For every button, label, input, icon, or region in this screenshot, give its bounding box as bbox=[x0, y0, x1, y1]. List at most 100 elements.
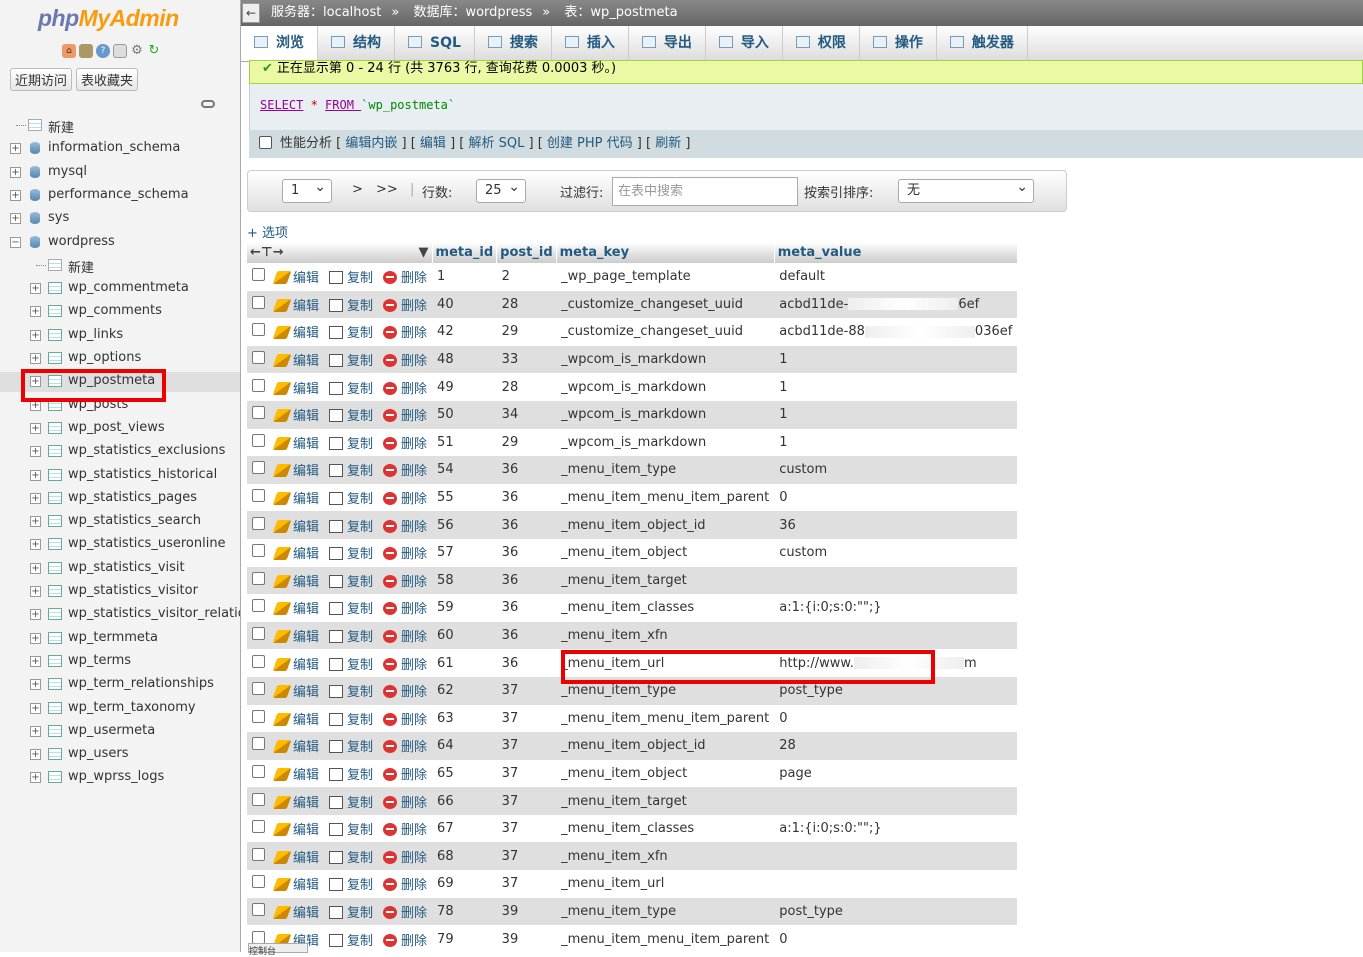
cell-post-id[interactable]: 36 bbox=[496, 483, 557, 512]
cell-meta-value[interactable] bbox=[774, 842, 1018, 871]
edit-button[interactable]: 编辑 bbox=[270, 897, 325, 926]
cell-post-id[interactable]: 29 bbox=[496, 318, 557, 346]
row-checkbox[interactable] bbox=[252, 516, 265, 530]
edit-button[interactable]: 编辑 bbox=[270, 814, 325, 843]
tree-label[interactable]: wp_statistics_useronline bbox=[68, 536, 226, 551]
table-row[interactable]: 编辑 复制 删除 59 36 _menu_item_classes a:1:{i:0;s:0… bbox=[247, 594, 1018, 622]
cell-meta-id[interactable]: 56 bbox=[432, 511, 497, 539]
cell-meta-id[interactable]: 61 bbox=[432, 649, 497, 677]
cell-meta-id[interactable]: 59 bbox=[432, 594, 497, 622]
cell-meta-id[interactable]: 79 bbox=[432, 925, 497, 952]
row-checkbox[interactable] bbox=[252, 654, 265, 668]
cell-post-id[interactable]: 37 bbox=[496, 676, 557, 705]
expand-icon[interactable]: + bbox=[30, 726, 41, 737]
edit-button[interactable]: 编辑 bbox=[270, 787, 325, 815]
expand-icon[interactable]: + bbox=[30, 493, 41, 504]
table-row[interactable]: 编辑 复制 删除 54 36 _menu_item_type custom bbox=[247, 456, 1018, 484]
copy-button[interactable]: 复制 bbox=[324, 759, 379, 788]
delete-button[interactable]: 删除 bbox=[378, 594, 433, 622]
row-checkbox[interactable] bbox=[252, 461, 265, 475]
cell-post-id[interactable]: 39 bbox=[496, 925, 557, 952]
collapse-arrow-icon[interactable]: ← bbox=[242, 3, 260, 23]
expand-icon[interactable]: + bbox=[30, 423, 41, 434]
tree-label[interactable]: wp_statistics_visitor bbox=[68, 583, 198, 598]
table-row[interactable]: 编辑 复制 删除 56 36 _menu_item_object_id 36 bbox=[247, 511, 1018, 539]
tree-label[interactable]: wp_links bbox=[68, 327, 123, 342]
copy-button[interactable]: 复制 bbox=[324, 787, 379, 815]
row-checkbox[interactable] bbox=[252, 682, 265, 696]
tree-label[interactable]: 新建 bbox=[48, 117, 74, 136]
delete-button[interactable]: 删除 bbox=[378, 787, 433, 815]
tab-sql[interactable]: SQL bbox=[395, 26, 475, 61]
tree-label[interactable]: wp_termmeta bbox=[68, 630, 158, 645]
cell-meta-id[interactable]: 50 bbox=[432, 400, 497, 429]
edit-button[interactable]: 编辑 bbox=[270, 538, 325, 567]
cell-meta-key[interactable]: _wpcom_is_markdown bbox=[556, 373, 775, 401]
copy-button[interactable]: 复制 bbox=[324, 649, 379, 677]
logout-icon[interactable] bbox=[79, 44, 93, 58]
delete-button[interactable]: 删除 bbox=[378, 897, 433, 926]
delete-button[interactable]: 删除 bbox=[378, 676, 433, 705]
tree-label[interactable]: wp_comments bbox=[68, 303, 162, 318]
edit-button[interactable]: 编辑 bbox=[270, 511, 325, 539]
edit-link[interactable]: 编辑 bbox=[420, 136, 446, 151]
table-row[interactable]: 编辑 复制 删除 66 37 _menu_item_target bbox=[247, 787, 1018, 815]
expand-icon[interactable]: − bbox=[10, 237, 21, 248]
explain-sql-link[interactable]: 解析 SQL bbox=[468, 136, 524, 151]
cell-meta-key[interactable]: _menu_item_classes bbox=[556, 814, 775, 843]
cell-meta-value[interactable] bbox=[774, 566, 1018, 595]
table-row[interactable]: 编辑 复制 删除 50 34 _wpcom_is_markdown 1 bbox=[247, 400, 1018, 429]
row-checkbox[interactable] bbox=[252, 599, 265, 613]
edit-button[interactable]: 编辑 bbox=[270, 621, 325, 650]
table-row[interactable]: 编辑 复制 删除 65 37 _menu_item_object page bbox=[247, 759, 1018, 788]
row-checkbox[interactable] bbox=[252, 351, 265, 365]
expand-icon[interactable]: + bbox=[30, 306, 41, 317]
copy-button[interactable]: 复制 bbox=[324, 676, 379, 705]
edit-button[interactable]: 编辑 bbox=[270, 400, 325, 429]
cell-post-id[interactable]: 36 bbox=[496, 538, 557, 567]
expand-icon[interactable]: + bbox=[30, 679, 41, 690]
cell-meta-id[interactable]: 54 bbox=[432, 456, 497, 484]
expand-icon[interactable]: + bbox=[30, 609, 41, 620]
cell-post-id[interactable]: 37 bbox=[496, 870, 557, 898]
delete-button[interactable]: 删除 bbox=[378, 456, 433, 484]
edit-button[interactable]: 编辑 bbox=[270, 483, 325, 512]
table-row[interactable]: 编辑 复制 删除 57 36 _menu_item_object custom bbox=[247, 538, 1018, 567]
cell-post-id[interactable]: 37 bbox=[496, 814, 557, 843]
table-row[interactable]: 编辑 复制 删除 63 37 _menu_item_menu_item_parent 0 bbox=[247, 704, 1018, 733]
expand-icon[interactable]: + bbox=[30, 563, 41, 574]
cell-post-id[interactable]: 37 bbox=[496, 732, 557, 760]
cell-meta-value[interactable]: 36 bbox=[774, 511, 1018, 539]
row-checkbox[interactable] bbox=[252, 930, 265, 944]
table-row[interactable]: 编辑 复制 删除 67 37 _menu_item_classes a:1:{i:0;s:0… bbox=[247, 814, 1018, 843]
copy-button[interactable]: 复制 bbox=[324, 925, 379, 952]
cell-post-id[interactable]: 36 bbox=[496, 456, 557, 484]
cell-meta-value[interactable]: 28 bbox=[774, 732, 1018, 760]
delete-button[interactable]: 删除 bbox=[378, 428, 433, 457]
cell-post-id[interactable]: 36 bbox=[496, 594, 557, 622]
cell-meta-id[interactable]: 1 bbox=[432, 263, 497, 291]
cell-meta-value[interactable]: acbd11de-88 036ef bbox=[774, 318, 1018, 346]
cell-meta-key[interactable]: _menu_item_url bbox=[556, 870, 775, 898]
expand-icon[interactable]: + bbox=[30, 586, 41, 597]
settings-icon[interactable]: ⚙ bbox=[130, 44, 144, 58]
edit-button[interactable]: 编辑 bbox=[270, 373, 325, 401]
tree-label[interactable]: mysql bbox=[48, 164, 87, 179]
cell-meta-key[interactable]: _menu_item_menu_item_parent bbox=[556, 483, 775, 512]
copy-button[interactable]: 复制 bbox=[324, 263, 379, 291]
delete-button[interactable]: 删除 bbox=[378, 842, 433, 871]
tab-insert[interactable]: 插入 bbox=[552, 26, 629, 61]
cell-meta-id[interactable]: 68 bbox=[432, 842, 497, 871]
cell-post-id[interactable]: 37 bbox=[496, 787, 557, 815]
cell-meta-id[interactable]: 57 bbox=[432, 538, 497, 567]
cell-meta-value[interactable] bbox=[774, 870, 1018, 898]
tree-label[interactable]: wp_options bbox=[68, 350, 141, 365]
table-row[interactable]: 编辑 复制 删除 60 36 _menu_item_xfn bbox=[247, 621, 1018, 650]
edit-button[interactable]: 编辑 bbox=[270, 263, 325, 291]
table-row[interactable]: 编辑 复制 删除 48 33 _wpcom_is_markdown 1 bbox=[247, 345, 1018, 374]
cell-meta-value[interactable]: 0 bbox=[774, 483, 1018, 512]
cell-post-id[interactable]: 28 bbox=[496, 373, 557, 401]
delete-button[interactable]: 删除 bbox=[378, 263, 433, 291]
create-php-link[interactable]: 创建 PHP 代码 bbox=[547, 136, 633, 151]
options-link[interactable]: + 选项 bbox=[247, 222, 288, 241]
